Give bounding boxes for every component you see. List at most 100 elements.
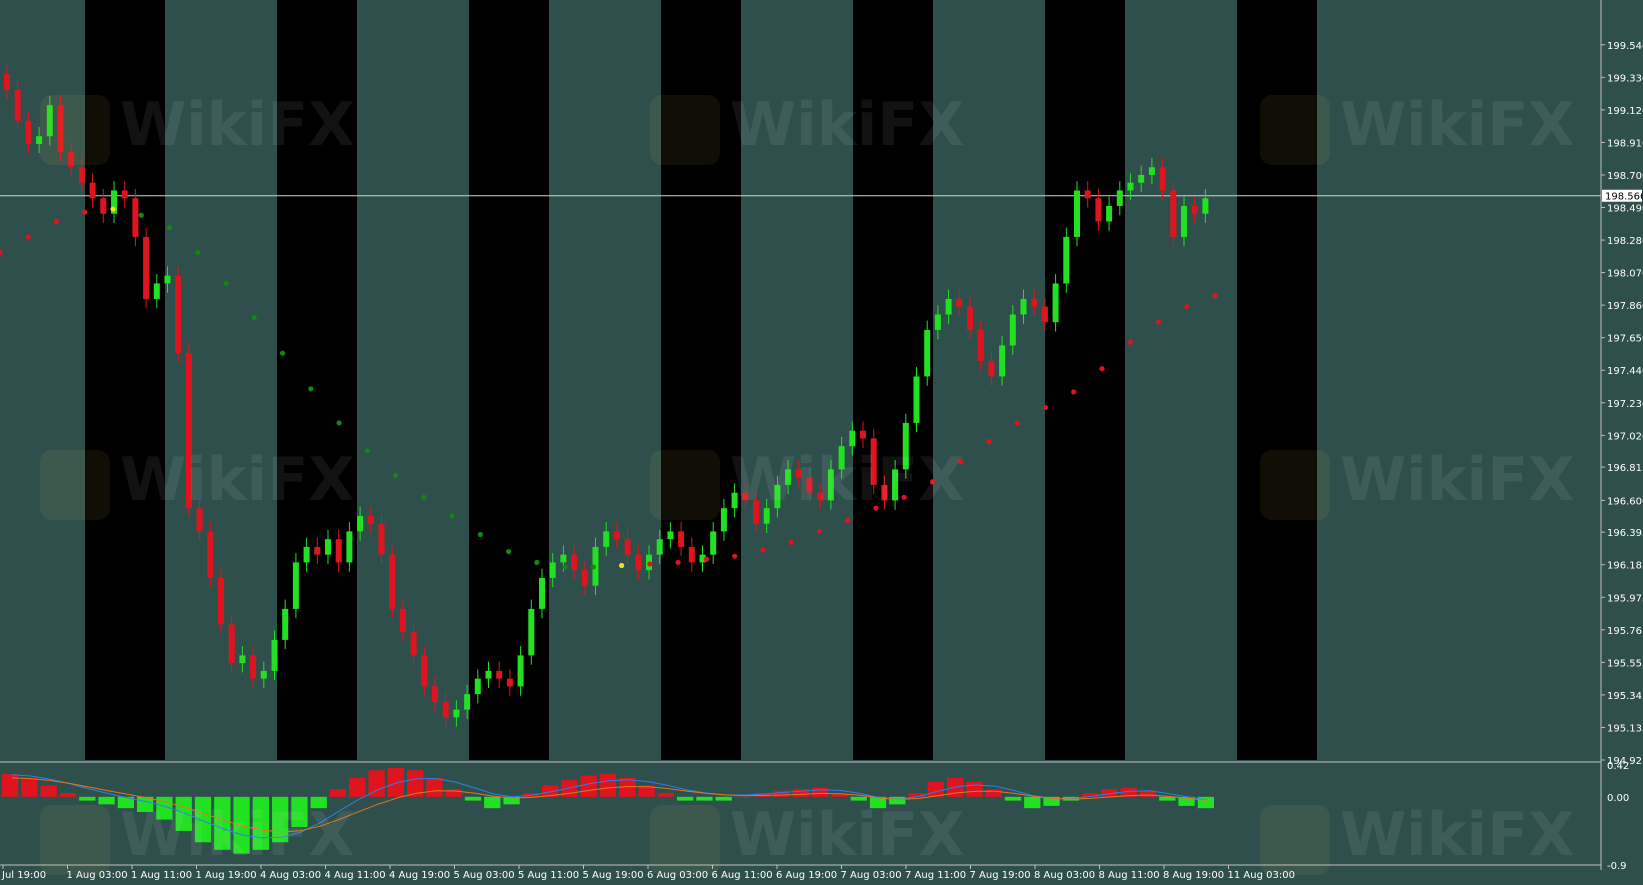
y-tick-label: 198.700: [1607, 171, 1643, 182]
candle-body: [335, 539, 342, 563]
y-tick-label: 197.230: [1607, 399, 1643, 410]
watermark-text: WikiFX: [730, 445, 964, 515]
candle-body: [485, 670, 492, 679]
candle-body: [956, 298, 963, 307]
ma-dot: [675, 559, 681, 566]
watermark: WikiFX: [40, 445, 354, 520]
ma-dot: [788, 539, 794, 545]
candle-body: [1052, 283, 1059, 323]
histogram-bar: [599, 774, 617, 797]
ma-dot: [506, 548, 512, 555]
candle-body: [271, 639, 278, 671]
histogram-bar: [696, 796, 713, 801]
candle-body: [1148, 167, 1155, 175]
candle-body: [571, 554, 578, 571]
histogram-bar: [98, 796, 115, 805]
histogram-bar: [985, 789, 1002, 797]
candle-body: [539, 577, 545, 609]
candle-body: [143, 236, 150, 299]
histogram-bar: [21, 777, 38, 797]
candle-body: [389, 554, 396, 609]
x-tick-label: 8 Aug 11:00: [1099, 870, 1160, 881]
candle-body: [303, 546, 310, 563]
watermark-logo: [1260, 95, 1330, 165]
current-price-label: 198.566: [1605, 192, 1643, 203]
ma-dot: [223, 280, 229, 287]
histogram-bar: [580, 775, 597, 797]
candle-body: [1031, 298, 1038, 307]
candle-body: [250, 655, 257, 679]
oscillator-tick-label: 0.00: [1607, 793, 1629, 804]
candle-body: [367, 515, 374, 524]
candle-body: [1084, 190, 1091, 199]
ma-dot: [1042, 404, 1049, 411]
ma-dot: [336, 420, 342, 426]
y-tick-label: 198.910: [1607, 138, 1643, 149]
y-tick-label: 195.345: [1607, 691, 1643, 702]
x-tick-label: 1 Aug 19:00: [196, 870, 257, 881]
x-tick-label: 4 Aug 19:00: [389, 870, 450, 881]
watermark-logo: [1260, 450, 1330, 520]
histogram-bar: [1159, 796, 1176, 801]
candle-body: [603, 531, 610, 547]
watermark-logo: [650, 450, 720, 520]
candle-body: [1116, 190, 1123, 206]
watermark-text: WikiFX: [1340, 445, 1574, 515]
y-tick-label: 199.540: [1607, 41, 1643, 52]
ma-dot: [1071, 389, 1077, 395]
watermark-text: WikiFX: [1340, 90, 1574, 160]
histogram-bar: [966, 781, 983, 797]
candle-body: [549, 562, 556, 578]
price-chart-svg: 199.540 199.330 199.120 198.910 198.700 198.4…: [0, 0, 1643, 881]
histogram-bar: [1024, 796, 1041, 809]
watermark: WikiFX: [650, 445, 964, 520]
ma-dot: [647, 561, 653, 567]
candle-body: [999, 345, 1006, 377]
y-tick-label: 195.765: [1607, 626, 1643, 637]
candle-body: [977, 329, 984, 361]
x-tick-label: 7 Aug 19:00: [970, 870, 1031, 881]
histogram-bar: [2, 774, 19, 797]
watermark-logo: [40, 95, 110, 165]
histogram-bar: [426, 777, 443, 797]
candle-body: [496, 670, 503, 679]
ma-dot: [82, 209, 88, 215]
candle-body: [153, 283, 160, 299]
candle-body: [14, 89, 21, 121]
ma-dot: [421, 494, 427, 500]
session-stripe: [1045, 0, 1125, 760]
ma-dot: [562, 564, 568, 570]
x-tick-label: 8 Aug 19:00: [1163, 870, 1224, 881]
watermark: WikiFX: [1260, 90, 1574, 165]
candle-body: [849, 430, 856, 447]
candle-body: [1020, 298, 1027, 315]
candle-body: [624, 539, 631, 555]
candle-body: [860, 430, 866, 439]
candle-body: [988, 360, 995, 377]
candle-body: [934, 314, 941, 330]
candle-body: [228, 624, 235, 664]
candle-body: [613, 531, 620, 540]
y-tick-label: 197.020: [1607, 431, 1643, 442]
x-tick-label: 5 Aug 11:00: [518, 870, 579, 881]
chart: 199.540 199.330 199.120 198.910 198.700 198.4…: [0, 0, 1643, 881]
ma-dot: [986, 438, 992, 445]
histogram-bar: [445, 789, 462, 797]
histogram-bar: [927, 781, 944, 797]
ma-dot: [619, 562, 625, 569]
ma-dot: [703, 556, 709, 562]
ma-dot: [760, 547, 766, 553]
session-stripe: [469, 0, 549, 760]
ma-dot: [477, 531, 483, 538]
histogram-bar: [387, 768, 404, 797]
x-tick-label: 5 Aug 03:00: [454, 870, 515, 881]
y-tick-label: 195.975: [1607, 593, 1643, 604]
x-tick-label: 7 Aug 11:00: [905, 870, 966, 881]
y-tick-label: 199.120: [1607, 106, 1643, 117]
candle-body: [1041, 306, 1048, 323]
ma-dot: [53, 218, 60, 225]
ma-dot: [110, 206, 116, 212]
candle-body: [292, 562, 299, 609]
watermark-text: WikiFX: [120, 445, 354, 515]
candle-body: [1127, 182, 1134, 191]
